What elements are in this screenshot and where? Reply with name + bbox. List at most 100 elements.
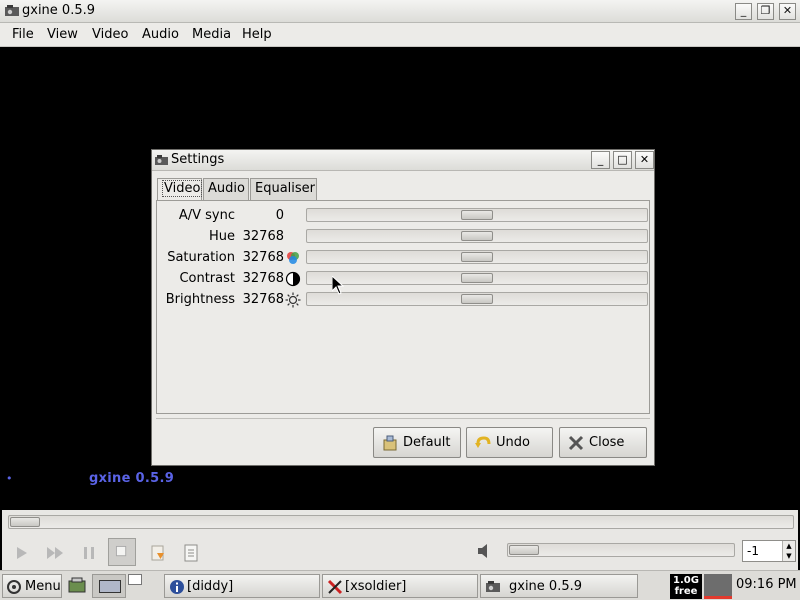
task-diddy[interactable]: [diddy]	[164, 574, 320, 598]
contrast-label: Contrast	[179, 271, 235, 286]
tab-equaliser[interactable]: Equaliser	[250, 178, 317, 200]
playback-controls: -1 ▲ ▼	[2, 534, 798, 570]
settings-title: Settings	[171, 152, 225, 167]
seekbar	[2, 510, 798, 534]
fast-forward-icon[interactable]	[44, 542, 66, 564]
menubar: File View Video Audio Media Help	[0, 23, 800, 47]
x-logo-icon	[327, 579, 343, 595]
spin-value[interactable]: -1	[747, 544, 759, 558]
desktop-2-button[interactable]	[128, 574, 142, 585]
osd-title: gxine 0.5.9	[89, 471, 175, 486]
info-icon	[170, 580, 184, 594]
av-sync-slider[interactable]	[306, 208, 648, 222]
saturation-label: Saturation	[167, 250, 235, 265]
av-sync-handle[interactable]	[461, 210, 493, 220]
default-label: Default	[403, 435, 451, 450]
window-title: gxine 0.5.9	[22, 3, 96, 18]
menu-logo-icon	[7, 580, 21, 594]
volume-slider[interactable]	[507, 543, 735, 557]
task-xsoldier[interactable]: [xsoldier]	[322, 574, 478, 598]
setting-row-hue: Hue 32768	[157, 226, 651, 247]
av-sync-value: 0	[275, 208, 284, 223]
contrast-value: 32768	[242, 271, 284, 286]
memory-unit: free	[674, 586, 698, 597]
av-sync-label: A/V sync	[178, 208, 235, 223]
seek-handle[interactable]	[10, 517, 40, 527]
channel-spinbox[interactable]: -1 ▲ ▼	[742, 540, 796, 562]
spin-down-icon[interactable]: ▼	[783, 551, 795, 561]
close-button[interactable]: Close	[559, 427, 647, 458]
task-gxine[interactable]: gxine 0.5.9	[480, 574, 638, 598]
task-xsoldier-label: [xsoldier]	[345, 579, 407, 594]
menu-audio[interactable]: Audio	[142, 27, 179, 42]
settings-titlebar: Settings _ □ ✕	[152, 150, 654, 171]
brightness-label: Brightness	[165, 292, 235, 307]
hue-label: Hue	[208, 229, 235, 244]
settings-maximize-button[interactable]: □	[613, 151, 632, 169]
spin-up-icon[interactable]: ▲	[783, 541, 795, 551]
close-label: Close	[589, 435, 625, 450]
mouse-pointer-icon	[332, 276, 344, 295]
pause-icon[interactable]	[78, 542, 100, 564]
undo-button[interactable]: Undo	[466, 427, 553, 458]
tab-equaliser-label: Equaliser	[255, 181, 316, 196]
tab-audio-label: Audio	[208, 181, 245, 196]
spin-arrows[interactable]: ▲ ▼	[782, 541, 795, 561]
main-titlebar: gxine 0.5.9 _ ❐ ✕	[0, 0, 800, 23]
menu-video[interactable]: Video	[92, 27, 128, 42]
saturation-handle[interactable]	[461, 252, 493, 262]
task-diddy-label: [diddy]	[187, 579, 234, 594]
saturation-slider[interactable]	[306, 250, 648, 264]
taskbar: Menu [diddy] [xsoldier] gxine 0.5.9 1.0G…	[0, 570, 800, 600]
settings-app-icon	[155, 155, 168, 165]
settings-close-button[interactable]: ✕	[635, 151, 654, 169]
play-icon[interactable]	[10, 542, 32, 564]
seek-slider[interactable]	[8, 515, 794, 529]
brightness-slider[interactable]	[306, 292, 648, 306]
gxine-task-icon	[486, 581, 500, 592]
start-menu-label: Menu	[25, 579, 61, 594]
minimize-button[interactable]: _	[735, 3, 752, 20]
setting-row-contrast: Contrast 32768	[157, 268, 651, 289]
menu-media[interactable]: Media	[192, 27, 231, 42]
hue-handle[interactable]	[461, 231, 493, 241]
osd-dot: •	[6, 472, 13, 485]
settings-dialog: Settings _ □ ✕ Video Audio Equaliser A/V…	[151, 149, 655, 466]
hue-slider[interactable]	[306, 229, 648, 243]
contrast-slider[interactable]	[306, 271, 648, 285]
memory-monitor: 1.0G free	[670, 574, 702, 599]
cpu-monitor	[704, 574, 732, 599]
volume-handle[interactable]	[509, 545, 539, 555]
close-x-icon	[568, 435, 584, 451]
launcher-icon[interactable]	[67, 576, 87, 596]
video-settings-panel: A/V sync 0 Hue 32768 Saturation 32768 Co…	[156, 200, 650, 414]
color-wheel-icon	[287, 252, 299, 264]
setting-row-brightness: Brightness 32768	[157, 289, 651, 310]
playlist-icon[interactable]	[180, 542, 202, 564]
close-window-button[interactable]: ✕	[779, 3, 796, 20]
cpu-bar	[704, 596, 732, 599]
contrast-handle[interactable]	[461, 273, 493, 283]
undo-label: Undo	[496, 435, 530, 450]
stop-button[interactable]	[108, 538, 136, 566]
dialog-button-bar: Default Undo Close	[156, 418, 650, 462]
memory-value: 1.0G	[673, 575, 699, 586]
brightness-icon	[285, 292, 301, 308]
desktop-1-button[interactable]	[92, 574, 126, 598]
tab-video-label: Video	[162, 180, 203, 197]
eject-icon[interactable]	[147, 542, 169, 564]
tab-video[interactable]: Video	[157, 178, 203, 201]
menu-help[interactable]: Help	[242, 27, 272, 42]
brightness-handle[interactable]	[461, 294, 493, 304]
default-button[interactable]: Default	[373, 427, 461, 458]
settings-minimize-button[interactable]: _	[591, 151, 610, 169]
brightness-value: 32768	[242, 292, 284, 307]
menu-view[interactable]: View	[47, 27, 78, 42]
tab-audio[interactable]: Audio	[203, 178, 249, 200]
menu-file[interactable]: File	[12, 27, 34, 42]
volume-speaker-icon[interactable]	[474, 540, 496, 562]
clock: 09:16 PM	[736, 577, 797, 592]
start-menu-button[interactable]: Menu	[2, 574, 62, 598]
default-icon	[383, 435, 397, 451]
maximize-button[interactable]: ❐	[757, 3, 774, 20]
